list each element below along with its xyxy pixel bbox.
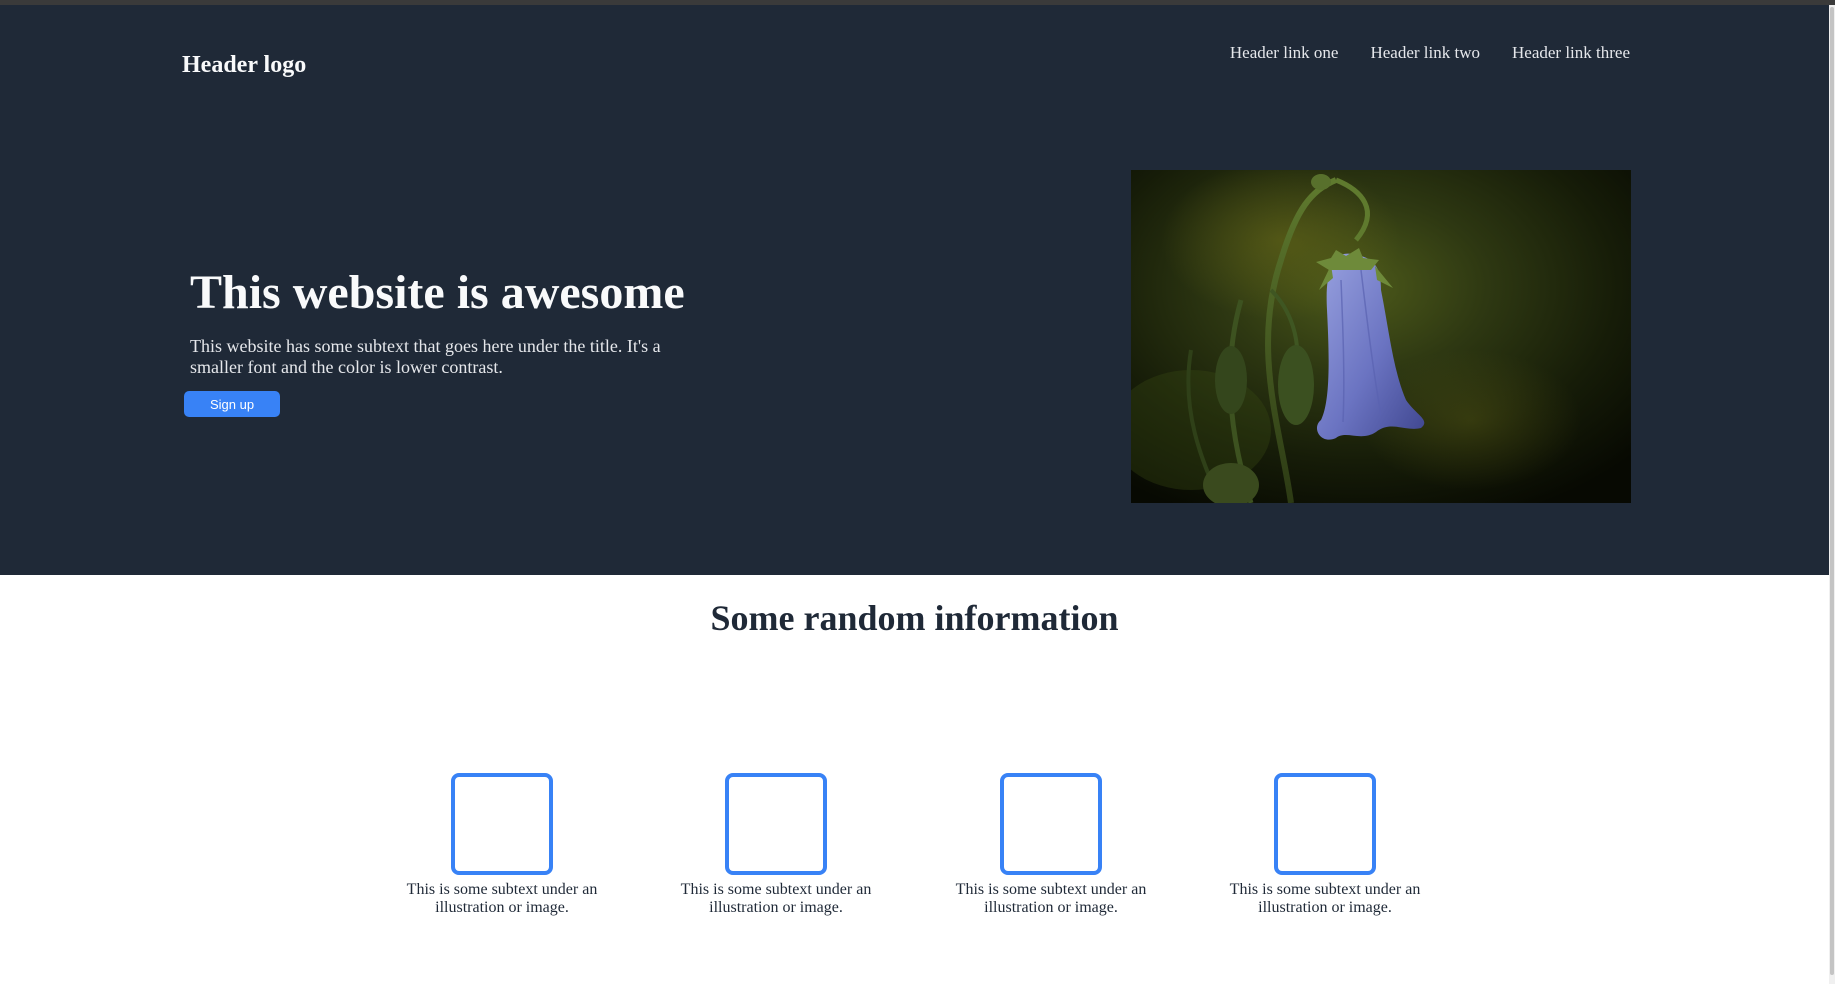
header-link-one[interactable]: Header link one: [1230, 43, 1339, 63]
sign-up-button[interactable]: Sign up: [184, 391, 280, 417]
hero-title: This website is awesome: [190, 266, 685, 319]
section-title: Some random information: [710, 598, 1119, 638]
info-card: This is some subtext under an illustrati…: [1215, 773, 1435, 917]
info-card-text: This is some subtext under an illustrati…: [680, 881, 872, 916]
vertical-scrollbar[interactable]: [1829, 5, 1835, 984]
hero-image-bellflower: [1131, 170, 1631, 503]
header-link-two[interactable]: Header link two: [1370, 43, 1480, 63]
info-card: This is some subtext under an illustrati…: [941, 773, 1161, 917]
scrollbar-thumb[interactable]: [1830, 7, 1834, 975]
info-card: This is some subtext under an illustrati…: [392, 773, 612, 917]
illustration-placeholder: [725, 773, 827, 875]
header-nav: Header link one Header link two Header l…: [1230, 43, 1630, 63]
illustration-placeholder: [451, 773, 553, 875]
info-card-text: This is some subtext under an illustrati…: [955, 881, 1147, 916]
hero-subtitle: This website has some subtext that goes …: [190, 336, 661, 377]
info-card: This is some subtext under an illustrati…: [666, 773, 886, 917]
illustration-placeholder: [1274, 773, 1376, 875]
header-logo[interactable]: Header logo: [182, 52, 306, 79]
hero-section: Header logo Header link one Header link …: [0, 5, 1829, 575]
header-link-three[interactable]: Header link three: [1512, 43, 1630, 63]
info-card-text: This is some subtext under an illustrati…: [1229, 881, 1421, 916]
page-viewport: Header logo Header link one Header link …: [0, 5, 1829, 984]
info-card-text: This is some subtext under an illustrati…: [406, 881, 598, 916]
illustration-placeholder: [1000, 773, 1102, 875]
